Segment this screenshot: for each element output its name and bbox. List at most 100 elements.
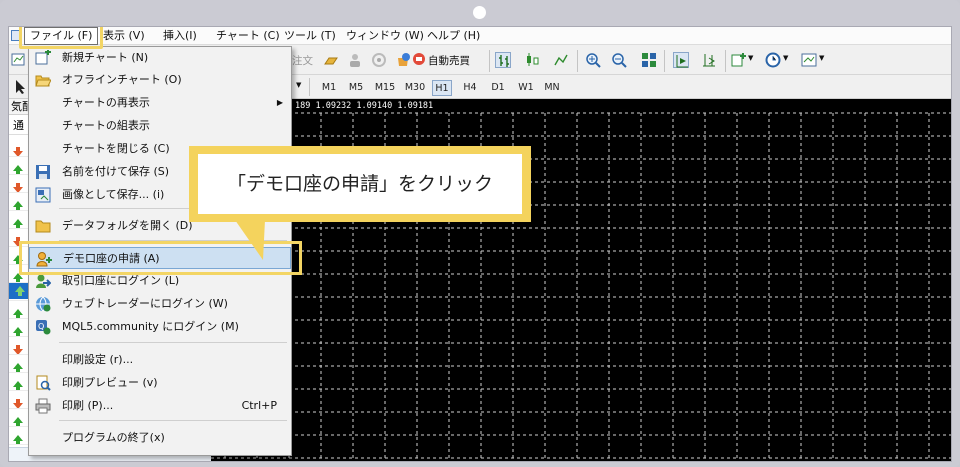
menu-separator — [59, 342, 287, 343]
folder-icon — [35, 218, 51, 234]
line-chart-icon[interactable] — [553, 52, 569, 68]
indicators-icon[interactable] — [731, 52, 747, 68]
menu-item-label: 画像として保存... (i) — [62, 188, 165, 201]
device-frame: ファイル (F) 表示 (V) 挿入(I) チャート (C) ツール (T) ウ… — [0, 0, 960, 467]
tile-windows-icon[interactable] — [641, 52, 657, 68]
svg-text:Q: Q — [38, 322, 44, 331]
down-arrow-icon — [13, 394, 23, 409]
up-arrow-icon — [13, 268, 23, 283]
signal-icon[interactable] — [371, 52, 387, 68]
people-icon[interactable] — [347, 52, 363, 68]
tf-m1[interactable]: M1 — [319, 80, 339, 96]
bar-chart-icon[interactable] — [495, 52, 511, 68]
save-picture-icon — [35, 187, 51, 203]
menu-insert[interactable]: 挿入(I) — [163, 28, 197, 44]
menu-item-label: 名前を付けて保存 (S) — [62, 165, 170, 178]
autotrade-label[interactable]: 自動売買 — [428, 53, 470, 68]
menu-item-label: チャートの組表示 — [62, 119, 150, 132]
menu-item-label: 印刷 (P)... — [62, 399, 114, 412]
menu-tools[interactable]: ツール (T) — [284, 28, 336, 44]
menu-file[interactable]: ファイル (F) — [24, 27, 99, 45]
file-menu-item-1[interactable]: オフラインチャート (O) — [29, 69, 291, 91]
up-arrow-icon — [13, 376, 23, 391]
zoom-out-icon[interactable] — [611, 52, 627, 68]
zoom-in-icon[interactable] — [585, 52, 601, 68]
periodicity-dropdown-icon[interactable]: ▼ — [783, 54, 788, 62]
autotrade-icon[interactable] — [411, 51, 427, 67]
periodicity-clock-icon[interactable] — [765, 52, 781, 68]
indicators-dropdown-icon[interactable]: ▼ — [748, 54, 753, 62]
down-arrow-icon — [13, 232, 23, 247]
file-menu-item-9[interactable]: 取引口座にログイン (L) — [29, 270, 291, 292]
folder-open-icon — [35, 72, 52, 88]
file-menu-item-11[interactable]: Q MQL5.community にログイン (M) — [29, 316, 291, 338]
toolbar-separator — [664, 50, 665, 72]
menu-bar: ファイル (F) 表示 (V) 挿入(I) チャート (C) ツール (T) ウ… — [9, 27, 951, 45]
up-arrow-icon — [13, 304, 23, 319]
gold-bars-icon[interactable] — [323, 52, 339, 68]
up-arrow-icon — [13, 322, 23, 337]
login-icon — [35, 273, 52, 289]
down-arrow-icon — [13, 178, 23, 193]
templates-icon[interactable] — [801, 52, 817, 68]
templates-dropdown-icon[interactable]: ▼ — [819, 54, 824, 62]
file-menu-item-12[interactable]: 印刷設定 (r)... — [29, 349, 291, 371]
menu-item-label: デモ口座の申請 (A) — [63, 252, 160, 265]
file-menu-item-15[interactable]: プログラムの終了(x) — [29, 427, 291, 449]
tf-d1[interactable]: D1 — [488, 80, 508, 96]
print-icon — [35, 398, 51, 414]
menu-item-label: ウェブトレーダーにログイン (W) — [62, 297, 228, 310]
camera-dot — [473, 6, 486, 19]
new-order-label[interactable]: 注文 — [292, 53, 313, 68]
file-menu-item-3[interactable]: チャートの組表示 — [29, 115, 291, 137]
mql5-icon: Q — [35, 319, 51, 335]
menu-item-label: MQL5.community にログイン (M) — [62, 320, 239, 333]
menu-item-label: オフラインチャート (O) — [62, 73, 182, 86]
app-icon — [11, 30, 22, 41]
up-arrow-icon — [13, 250, 23, 265]
menu-item-label: データフォルダを開く (D) — [62, 219, 193, 232]
down-arrow-icon — [13, 142, 23, 157]
chart-shift-icon[interactable] — [701, 52, 717, 68]
menu-window[interactable]: ウィンドウ (W) — [346, 28, 424, 44]
menu-view[interactable]: 表示 (V) — [103, 28, 145, 44]
market-icon[interactable] — [395, 52, 411, 68]
tf-m5[interactable]: M5 — [346, 80, 366, 96]
menu-item-label: プログラムの終了(x) — [62, 431, 165, 444]
file-menu-item-10[interactable]: ウェブトレーダーにログイン (W) — [29, 293, 291, 315]
menu-shortcut: Ctrl+P — [241, 399, 277, 412]
toolbar-separator — [309, 78, 310, 96]
menu-item-label: チャートを閉じる (C) — [62, 142, 170, 155]
up-arrow-icon — [13, 196, 23, 211]
menu-help[interactable]: ヘルプ (H) — [427, 28, 480, 44]
menu-item-label: 印刷設定 (r)... — [62, 353, 134, 366]
menu-separator — [59, 420, 287, 421]
menu-item-label: 取引口座にログイン (L) — [62, 274, 180, 287]
up-arrow-icon — [13, 358, 23, 373]
up-arrow-icon — [13, 160, 23, 175]
cursor-icon[interactable] — [13, 79, 29, 95]
new-chart-icon — [35, 50, 51, 66]
tf-mn[interactable]: MN — [541, 80, 563, 96]
autoscroll-icon[interactable] — [673, 52, 689, 68]
instruction-callout: 「デモ口座の申請」をクリック — [189, 146, 531, 222]
file-menu-item-13[interactable]: 印刷プレビュー (v) — [29, 372, 291, 394]
chart-ohlc-info: 189 1.09232 1.09140 1.09181 — [295, 101, 434, 111]
new-chart-toolbar-icon[interactable] — [11, 52, 27, 68]
menu-item-label: 新規チャート (N) — [62, 51, 149, 64]
down-arrow-icon — [13, 340, 23, 355]
tf-m15[interactable]: M15 — [372, 80, 398, 96]
tf-h1[interactable]: H1 — [432, 80, 452, 96]
line-tools-dropdown-icon[interactable]: ▼ — [296, 81, 301, 89]
file-menu-item-14[interactable]: 印刷 (P)... Ctrl+P — [29, 395, 291, 417]
file-menu-item-0[interactable]: 新規チャート (N) — [29, 47, 291, 69]
toolbar-separator — [577, 50, 578, 72]
file-menu-item-2[interactable]: チャートの再表示 ▶ — [29, 92, 291, 114]
candlestick-icon[interactable] — [524, 52, 540, 68]
tf-h4[interactable]: H4 — [460, 80, 480, 96]
menu-chart[interactable]: チャート (C) — [216, 28, 280, 44]
tf-m30[interactable]: M30 — [402, 80, 428, 96]
up-arrow-icon — [13, 412, 23, 427]
tf-w1[interactable]: W1 — [516, 80, 536, 96]
terminal-window: ファイル (F) 表示 (V) 挿入(I) チャート (C) ツール (T) ウ… — [8, 26, 952, 462]
